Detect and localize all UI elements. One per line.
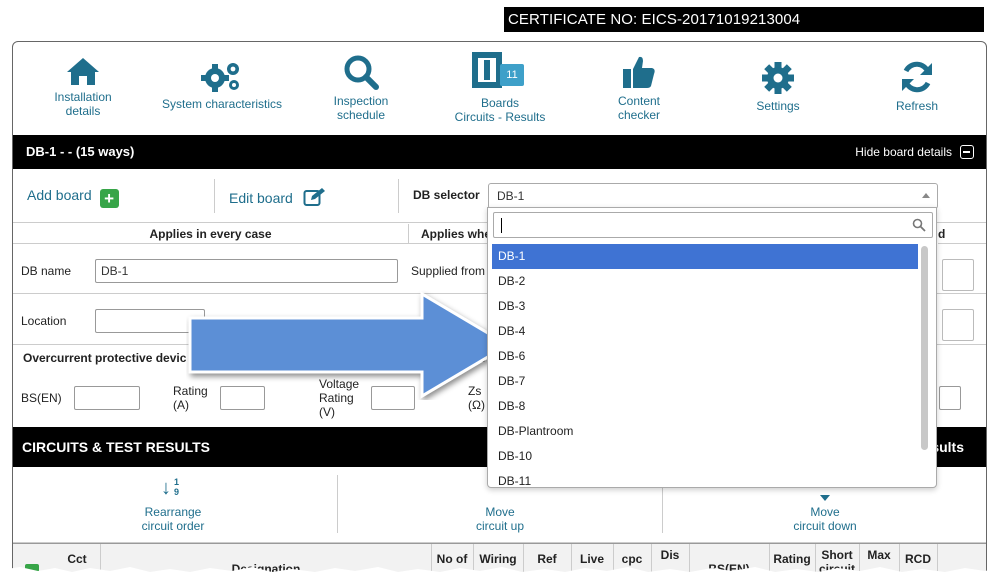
- certificate-number: CERTIFICATE NO: EICS-20171019213004: [504, 7, 984, 32]
- inspection-schedule-button[interactable]: Inspection schedule: [291, 54, 431, 122]
- inspection-schedule-label: Inspection schedule: [333, 94, 389, 122]
- board-header-bar: DB-1 - - (15 ways) Hide board details: [13, 135, 986, 169]
- applies-right-header: d: [938, 224, 986, 244]
- location-label: Location: [21, 314, 67, 328]
- dropdown-search-input[interactable]: [493, 212, 933, 238]
- rearrange-label: Rearrange circuit order: [141, 505, 205, 533]
- applies-where-header: Applies whe: [408, 224, 498, 244]
- field-input[interactable]: [939, 386, 961, 410]
- dropdown-option[interactable]: DB-11: [492, 469, 918, 487]
- col-dis: Dis: [660, 548, 680, 562]
- db-selector[interactable]: DB-1: [488, 183, 938, 209]
- ocpd-label: Overcurrent protective devic: [23, 351, 187, 365]
- boards-icon-wrap: 11: [470, 50, 530, 94]
- dropdown-option[interactable]: DB-1: [492, 244, 918, 269]
- dropdown-scrollbar[interactable]: [921, 246, 928, 450]
- supplied-from-label: Supplied from: [411, 264, 486, 278]
- dropdown-option[interactable]: DB-Plantroom: [492, 419, 918, 444]
- divider: [337, 475, 338, 533]
- edit-board-label: Edit board: [229, 190, 293, 206]
- refresh-button[interactable]: Refresh: [847, 59, 986, 113]
- sort-icon-bottom: 9: [174, 487, 180, 497]
- applies-every-case-header: Applies in every case: [13, 224, 408, 244]
- hide-board-details-label: Hide board details: [855, 145, 952, 159]
- hide-board-details-button[interactable]: Hide board details: [855, 135, 974, 169]
- col-cct: Cct: [67, 552, 87, 566]
- dropdown-option[interactable]: DB-8: [492, 394, 918, 419]
- edit-icon: [303, 188, 325, 206]
- db-selector-value: DB-1: [497, 189, 525, 203]
- col-rating: Rating: [773, 552, 811, 566]
- db-name-label: DB name: [21, 264, 72, 278]
- col-wiring: Wiring: [479, 552, 517, 566]
- sort-numeric-icon: ↓ 1 9: [161, 477, 180, 499]
- system-characteristics-button[interactable]: System characteristics: [152, 59, 292, 111]
- col-cpc: cpc: [621, 552, 643, 566]
- text-caret: [501, 218, 502, 233]
- col-rcd: RCD: [905, 552, 931, 566]
- thumbs-up-icon: [623, 56, 655, 88]
- divider: [214, 179, 215, 213]
- search-icon: [344, 55, 379, 90]
- refresh-icon: [902, 61, 932, 93]
- bs-en-input[interactable]: [74, 386, 140, 410]
- db-selector-dropdown: DB-1 DB-2 DB-3 DB-4 DB-6 DB-7 DB-8 DB-Pl…: [487, 207, 937, 488]
- col-ref: Ref: [537, 552, 557, 566]
- pointer-arrow-icon: [188, 291, 511, 399]
- dropdown-options-list: DB-1 DB-2 DB-3 DB-4 DB-6 DB-7 DB-8 DB-Pl…: [492, 244, 918, 487]
- boards-circuits-results-button[interactable]: 11 Boards Circuits - Results: [430, 50, 570, 124]
- dropdown-option[interactable]: DB-3: [492, 294, 918, 319]
- gear-icon: [762, 62, 794, 94]
- dropdown-option[interactable]: DB-2: [492, 269, 918, 294]
- bs-en-label: BS(EN): [21, 391, 62, 405]
- field-input[interactable]: [942, 309, 974, 341]
- settings-label: Settings: [756, 99, 800, 113]
- circuits-title: CIRCUITS & TEST RESULTS: [22, 439, 210, 455]
- system-characteristics-label: System characteristics: [161, 97, 283, 111]
- db-name-input[interactable]: DB-1: [95, 259, 398, 283]
- boards-count-badge: 11: [500, 64, 524, 86]
- gears-icon: [201, 63, 239, 92]
- rearrange-circuit-order-button[interactable]: ↓ 1 9 Rearrange circuit order: [13, 477, 333, 533]
- top-toolbar: Installation details System characterist…: [13, 42, 986, 135]
- move-down-label: Move circuit down: [793, 505, 857, 533]
- search-icon: [912, 218, 926, 232]
- content-checker-button[interactable]: Content checker: [569, 54, 709, 122]
- divider: [398, 179, 399, 213]
- board-title: DB-1 - - (15 ways): [26, 144, 135, 159]
- edit-board-button[interactable]: Edit board: [229, 187, 327, 207]
- content-checker-label: Content checker: [617, 94, 661, 122]
- home-icon: [67, 58, 99, 85]
- dropdown-option[interactable]: DB-10: [492, 444, 918, 469]
- refresh-label: Refresh: [895, 99, 939, 113]
- add-board-button[interactable]: Add board +: [27, 187, 119, 208]
- settings-button[interactable]: Settings: [708, 61, 848, 113]
- col-max: Max: [867, 548, 891, 562]
- dropdown-option[interactable]: DB-4: [492, 319, 918, 344]
- db-selector-label: DB selector: [413, 188, 480, 202]
- chevron-up-icon: [922, 193, 930, 198]
- boards-circuits-results-label: Boards Circuits - Results: [454, 96, 546, 124]
- col-live: Live: [579, 552, 604, 566]
- page: CERTIFICATE NO: EICS-20171019213004 Inst…: [0, 0, 999, 576]
- torn-edge: [0, 567, 999, 576]
- collapse-icon: [960, 145, 974, 159]
- installation-details-button[interactable]: Installation details: [13, 56, 153, 118]
- installation-details-label: Installation details: [54, 90, 112, 118]
- move-up-label: Move circuit up: [475, 505, 525, 533]
- field-input[interactable]: [942, 259, 974, 291]
- plus-icon: +: [99, 189, 119, 208]
- add-board-label: Add board: [27, 187, 92, 203]
- dropdown-option[interactable]: DB-7: [492, 369, 918, 394]
- dropdown-option[interactable]: DB-6: [492, 344, 918, 369]
- col-no-of: No of: [436, 552, 468, 566]
